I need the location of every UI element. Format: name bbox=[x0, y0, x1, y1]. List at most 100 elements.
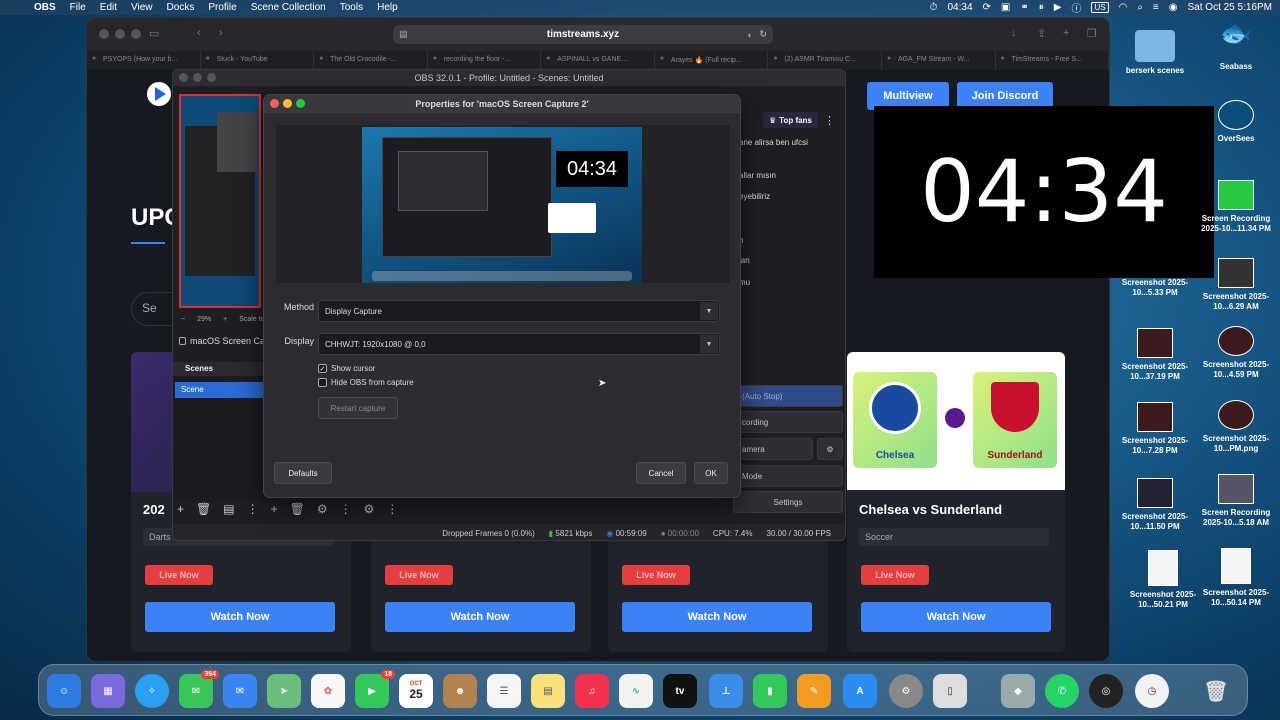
auto-stop-button[interactable]: (Auto Stop) bbox=[733, 385, 843, 407]
source-item[interactable]: macOS Screen Ca bbox=[179, 336, 265, 346]
menu-scene-collection[interactable]: Scene Collection bbox=[251, 2, 326, 13]
source-visibility-icon[interactable] bbox=[179, 337, 186, 345]
defaults-button[interactable]: Defaults bbox=[274, 462, 332, 484]
cancel-button[interactable]: Cancel bbox=[636, 462, 686, 484]
add-source-icon[interactable]: + bbox=[271, 502, 278, 516]
desktop-file[interactable]: Screen Recording 2025-10...11.34 PM bbox=[1193, 180, 1279, 234]
browser-tab[interactable]: PSYOPS (How your b... bbox=[87, 51, 201, 70]
obs-minimize-button[interactable] bbox=[193, 73, 202, 82]
keyboard-layout[interactable]: US bbox=[1091, 2, 1109, 13]
browser-tab[interactable]: Arayes 🔥 (Full recip... bbox=[655, 51, 769, 70]
zoom-in-icon[interactable]: + bbox=[223, 316, 227, 323]
virtual-camera-button[interactable]: amera bbox=[733, 438, 813, 460]
maps-icon[interactable]: ➤ bbox=[267, 674, 301, 708]
desktop-file[interactable]: Screenshot 2025-10...PM.png bbox=[1193, 400, 1279, 454]
reminders-icon[interactable]: ☰ bbox=[487, 674, 521, 708]
obs-zoom-button[interactable] bbox=[207, 73, 216, 82]
whatsapp-icon[interactable]: ✆ bbox=[1045, 674, 1079, 708]
safari-icon[interactable]: ✧ bbox=[135, 674, 169, 708]
show-cursor-checkbox[interactable]: ✓ bbox=[318, 364, 327, 373]
launchpad-icon[interactable]: ▦ bbox=[91, 674, 125, 708]
tab-overview-icon[interactable]: ❐ bbox=[1087, 27, 1097, 40]
watch-now-button[interactable]: Watch Now bbox=[861, 602, 1051, 632]
minimize-button[interactable] bbox=[115, 29, 125, 39]
top-fans-badge[interactable]: ♛ Top fans bbox=[763, 112, 818, 128]
translate-icon[interactable]: ◐ bbox=[748, 30, 753, 40]
scene-item[interactable]: Scene bbox=[175, 382, 263, 398]
desktop-file[interactable]: Screenshot 2025-10...4.59 PM bbox=[1193, 326, 1279, 380]
browser-tab[interactable]: The Old Crocodile -... bbox=[314, 51, 428, 70]
audio-settings-icon[interactable]: ⚙ bbox=[364, 502, 375, 516]
sync-icon[interactable]: ⟳ bbox=[983, 2, 991, 13]
trash-icon[interactable]: 🗑 bbox=[1199, 674, 1233, 708]
studio-mode-button[interactable]: Mode bbox=[733, 465, 843, 487]
settings-button[interactable]: Settings bbox=[733, 491, 843, 513]
desktop-folder[interactable]: berserk scenes bbox=[1112, 30, 1198, 76]
desktop-file[interactable]: Screenshot 2025-10...11.50 PM bbox=[1112, 478, 1198, 532]
download-icon[interactable]: ↓ bbox=[1011, 27, 1017, 39]
info-icon[interactable]: ⓘ bbox=[1071, 0, 1081, 15]
share-icon[interactable]: ⇪ bbox=[1037, 27, 1046, 40]
menubar-datetime[interactable]: Sat Oct 25 5:16PM bbox=[1188, 2, 1273, 13]
more-icon[interactable]: ⋮ bbox=[340, 502, 352, 516]
obs-close-button[interactable] bbox=[179, 73, 188, 82]
search-icon[interactable]: ⌕ bbox=[1137, 2, 1143, 13]
back-icon[interactable]: ‹ bbox=[197, 27, 201, 39]
gear-icon[interactable]: ⚙ bbox=[317, 502, 328, 516]
desktop-file[interactable]: Screenshot 2025-10...50.14 PM bbox=[1193, 548, 1279, 608]
more-icon[interactable]: ⋮ bbox=[386, 502, 398, 516]
new-tab-icon[interactable]: + bbox=[1063, 27, 1069, 39]
freeform-icon[interactable]: ∿ bbox=[619, 674, 653, 708]
wifi-icon[interactable]: ◠ bbox=[1119, 2, 1128, 13]
floating-clock[interactable]: 04:34 bbox=[874, 106, 1214, 278]
forward-icon[interactable]: › bbox=[219, 27, 223, 39]
photos-icon[interactable]: ✿ bbox=[311, 674, 345, 708]
obs-preview-canvas[interactable] bbox=[179, 94, 261, 308]
pages-icon[interactable]: ✎ bbox=[797, 674, 831, 708]
browser-tab[interactable]: (2) ASMR Tiramisu C... bbox=[768, 51, 882, 70]
messages-icon[interactable]: ✉ 394 bbox=[179, 670, 219, 708]
contacts-icon[interactable]: ☻ bbox=[443, 674, 477, 708]
system-settings-icon[interactable]: ⚙ bbox=[889, 674, 923, 708]
zoom-button[interactable] bbox=[131, 29, 141, 39]
desktop-file[interactable]: Screen Recording 2025-10...5.18 AM bbox=[1193, 474, 1279, 528]
iphone-mirroring-icon[interactable]: ▯ bbox=[933, 674, 967, 708]
keynote-icon[interactable]: ⊥ bbox=[709, 674, 743, 708]
desktop-file[interactable]: OverSees bbox=[1193, 100, 1279, 144]
pause-icon[interactable]: ⏸ bbox=[1039, 2, 1044, 13]
reload-icon[interactable]: ↻ bbox=[759, 29, 767, 40]
chevron-down-icon[interactable]: ▼ bbox=[700, 302, 718, 320]
chevron-down-icon[interactable]: ▼ bbox=[700, 335, 718, 353]
address-bar[interactable]: ▤ timstreams.xyz ◐ ↻ bbox=[393, 25, 773, 44]
site-logo-icon[interactable] bbox=[147, 82, 171, 106]
show-cursor-row[interactable]: ✓ Show cursor bbox=[318, 364, 375, 373]
clock-icon[interactable]: ◷ bbox=[1135, 674, 1169, 708]
numbers-icon[interactable]: ▮ bbox=[753, 674, 787, 708]
menu-profile[interactable]: Profile bbox=[208, 2, 236, 13]
control-center-icon[interactable]: ≡ bbox=[1153, 2, 1159, 13]
chat-menu-icon[interactable]: ⋮ bbox=[824, 114, 835, 127]
clock-status-text[interactable]: 04:34 bbox=[947, 2, 972, 13]
calendar-icon[interactable]: OCT 25 bbox=[399, 674, 433, 708]
browser-tab[interactable]: ASPINALL vs GANE... bbox=[541, 51, 655, 70]
start-recording-button[interactable]: cording bbox=[733, 411, 843, 433]
browser-tab[interactable]: AGA_FM Stream - W... bbox=[882, 51, 996, 70]
close-button[interactable] bbox=[99, 29, 109, 39]
restart-capture-button[interactable]: Restart capture bbox=[318, 397, 398, 419]
screen-record-icon[interactable]: ▣ bbox=[1001, 2, 1010, 13]
obs-icon[interactable]: ◎ bbox=[1089, 674, 1123, 708]
hide-obs-checkbox[interactable] bbox=[318, 378, 327, 387]
desktop-file[interactable]: Screenshot 2025-10...5.33 PM bbox=[1112, 278, 1198, 298]
obs-window-controls[interactable] bbox=[179, 73, 216, 82]
ok-button[interactable]: OK bbox=[694, 462, 728, 484]
app-store-icon[interactable]: A bbox=[843, 674, 877, 708]
finder-icon[interactable]: ☺ bbox=[47, 674, 81, 708]
menu-help[interactable]: Help bbox=[377, 2, 398, 13]
dialog-window-controls[interactable] bbox=[270, 99, 305, 108]
search-input[interactable]: Se bbox=[131, 292, 175, 326]
add-icon[interactable]: + bbox=[177, 502, 184, 516]
menu-docks[interactable]: Docks bbox=[167, 2, 195, 13]
menu-edit[interactable]: Edit bbox=[100, 2, 117, 13]
browser-tab[interactable]: recording the floor -... bbox=[428, 51, 542, 70]
more-icon[interactable]: ⋮ bbox=[247, 502, 259, 516]
